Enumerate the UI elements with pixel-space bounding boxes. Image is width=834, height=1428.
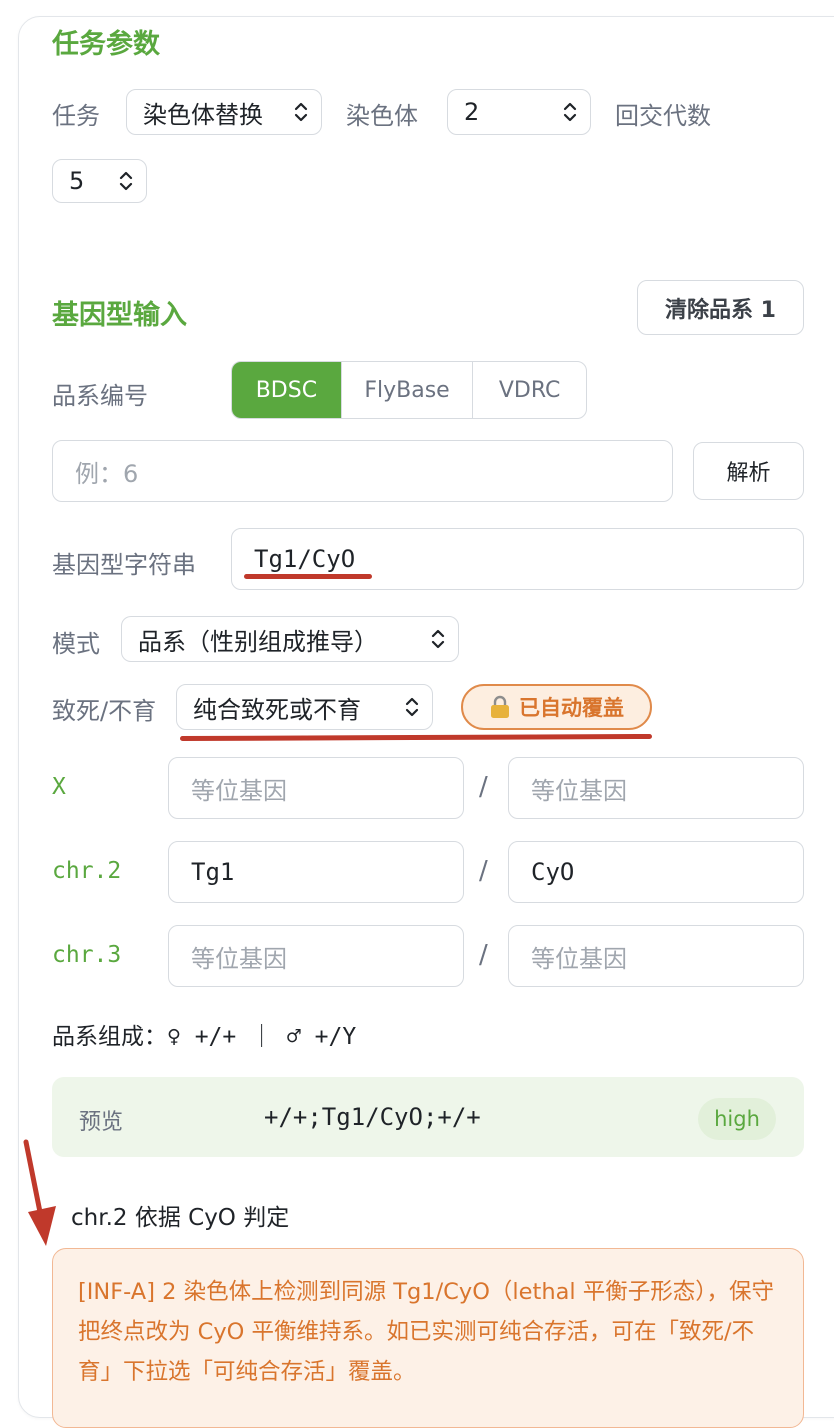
stock-number-placeholder: 例：6 xyxy=(75,459,139,488)
task-label: 任务 xyxy=(52,102,100,130)
stock-number-input[interactable]: 例：6 xyxy=(52,440,673,502)
x-allele-left-input[interactable]: 等位基因 xyxy=(168,757,464,819)
source-segmented-control: BDSC FlyBase VDRC xyxy=(231,361,587,419)
mode-select-value: 品系（性别组成推导） xyxy=(138,627,378,656)
backcross-label: 回交代数 xyxy=(615,102,711,130)
genotype-string-value: Tg1/CyO xyxy=(254,545,356,573)
backcross-select-value: 5 xyxy=(69,167,85,195)
stock-id-label: 品系编号 xyxy=(52,382,148,410)
updown-chevron-icon xyxy=(431,629,445,649)
composition-value: ♀ +/+ ｜ ♂ +/Y xyxy=(167,1024,357,1050)
auto-override-label: 已自动覆盖 xyxy=(519,696,624,720)
chr3-allele-right-input[interactable]: 等位基因 xyxy=(508,925,804,987)
auto-override-badge: 已自动覆盖 xyxy=(461,684,652,730)
mode-label: 模式 xyxy=(52,630,100,658)
updown-chevron-icon xyxy=(294,102,308,122)
row-label-chr3: chr.3 xyxy=(52,942,122,968)
preview-value: +/+;Tg1/CyO;+/+ xyxy=(264,1103,481,1131)
allele-placeholder: 等位基因 xyxy=(191,944,287,973)
tab-bdsc[interactable]: BDSC xyxy=(232,362,341,418)
lock-icon xyxy=(491,695,509,718)
parse-button[interactable]: 解析 xyxy=(693,442,804,500)
row-label-chr2: chr.2 xyxy=(52,858,122,884)
stock-composition: 品系组成： ♀ +/+ ｜ ♂ +/Y xyxy=(52,1017,356,1051)
chr2-allele-right-value: CyO xyxy=(531,858,575,886)
inference-title: chr.2 依据 CyO 判定 xyxy=(71,1205,290,1231)
mode-select[interactable]: 品系（性别组成推导） xyxy=(121,616,459,662)
chromosome-select[interactable]: 2 xyxy=(447,89,591,135)
updown-chevron-icon xyxy=(119,171,133,191)
tab-vdrc[interactable]: VDRC xyxy=(472,362,586,418)
lethal-select-value: 纯合致死或不育 xyxy=(193,695,361,724)
allele-separator: / xyxy=(479,856,488,886)
section-title-task-params: 任务参数 xyxy=(52,29,160,60)
chr2-allele-right-input[interactable]: CyO xyxy=(508,841,804,903)
genotype-string-input[interactable]: Tg1/CyO xyxy=(231,528,804,590)
annotation-underline xyxy=(244,574,372,579)
chromosome-select-value: 2 xyxy=(464,98,480,126)
section-title-genotype-input: 基因型输入 xyxy=(52,300,187,331)
allele-separator: / xyxy=(479,940,488,970)
task-select[interactable]: 染色体替换 xyxy=(126,89,322,135)
allele-placeholder: 等位基因 xyxy=(531,776,627,805)
updown-chevron-icon xyxy=(405,697,419,717)
tab-flybase[interactable]: FlyBase xyxy=(340,362,473,418)
inference-warning-text: [INF-A] 2 染色体上检测到同源 Tg1/CyO（lethal 平衡子形态… xyxy=(78,1279,775,1385)
chromosome-label: 染色体 xyxy=(346,102,418,130)
task-select-value: 染色体替换 xyxy=(143,100,263,129)
allele-placeholder: 等位基因 xyxy=(531,944,627,973)
backcross-select[interactable]: 5 xyxy=(52,159,147,203)
preview-label: 预览 xyxy=(79,1110,124,1135)
confidence-badge: high xyxy=(698,1098,776,1140)
chr2-allele-left-input[interactable]: Tg1 xyxy=(168,841,464,903)
lethal-select[interactable]: 纯合致死或不育 xyxy=(176,684,433,730)
lethal-label: 致死/不育 xyxy=(52,697,157,725)
clear-stock-button[interactable]: 清除品系 1 xyxy=(637,280,804,335)
chr3-allele-left-input[interactable]: 等位基因 xyxy=(168,925,464,987)
row-label-x: X xyxy=(52,774,66,800)
allele-separator: / xyxy=(479,772,488,802)
genotype-string-label: 基因型字符串 xyxy=(52,551,196,579)
chr2-allele-left-value: Tg1 xyxy=(191,858,235,886)
annotation-arrow-icon xyxy=(23,1139,56,1246)
x-allele-right-input[interactable]: 等位基因 xyxy=(508,757,804,819)
composition-label: 品系组成： xyxy=(52,1024,167,1050)
allele-placeholder: 等位基因 xyxy=(191,776,287,805)
updown-chevron-icon xyxy=(563,102,577,122)
